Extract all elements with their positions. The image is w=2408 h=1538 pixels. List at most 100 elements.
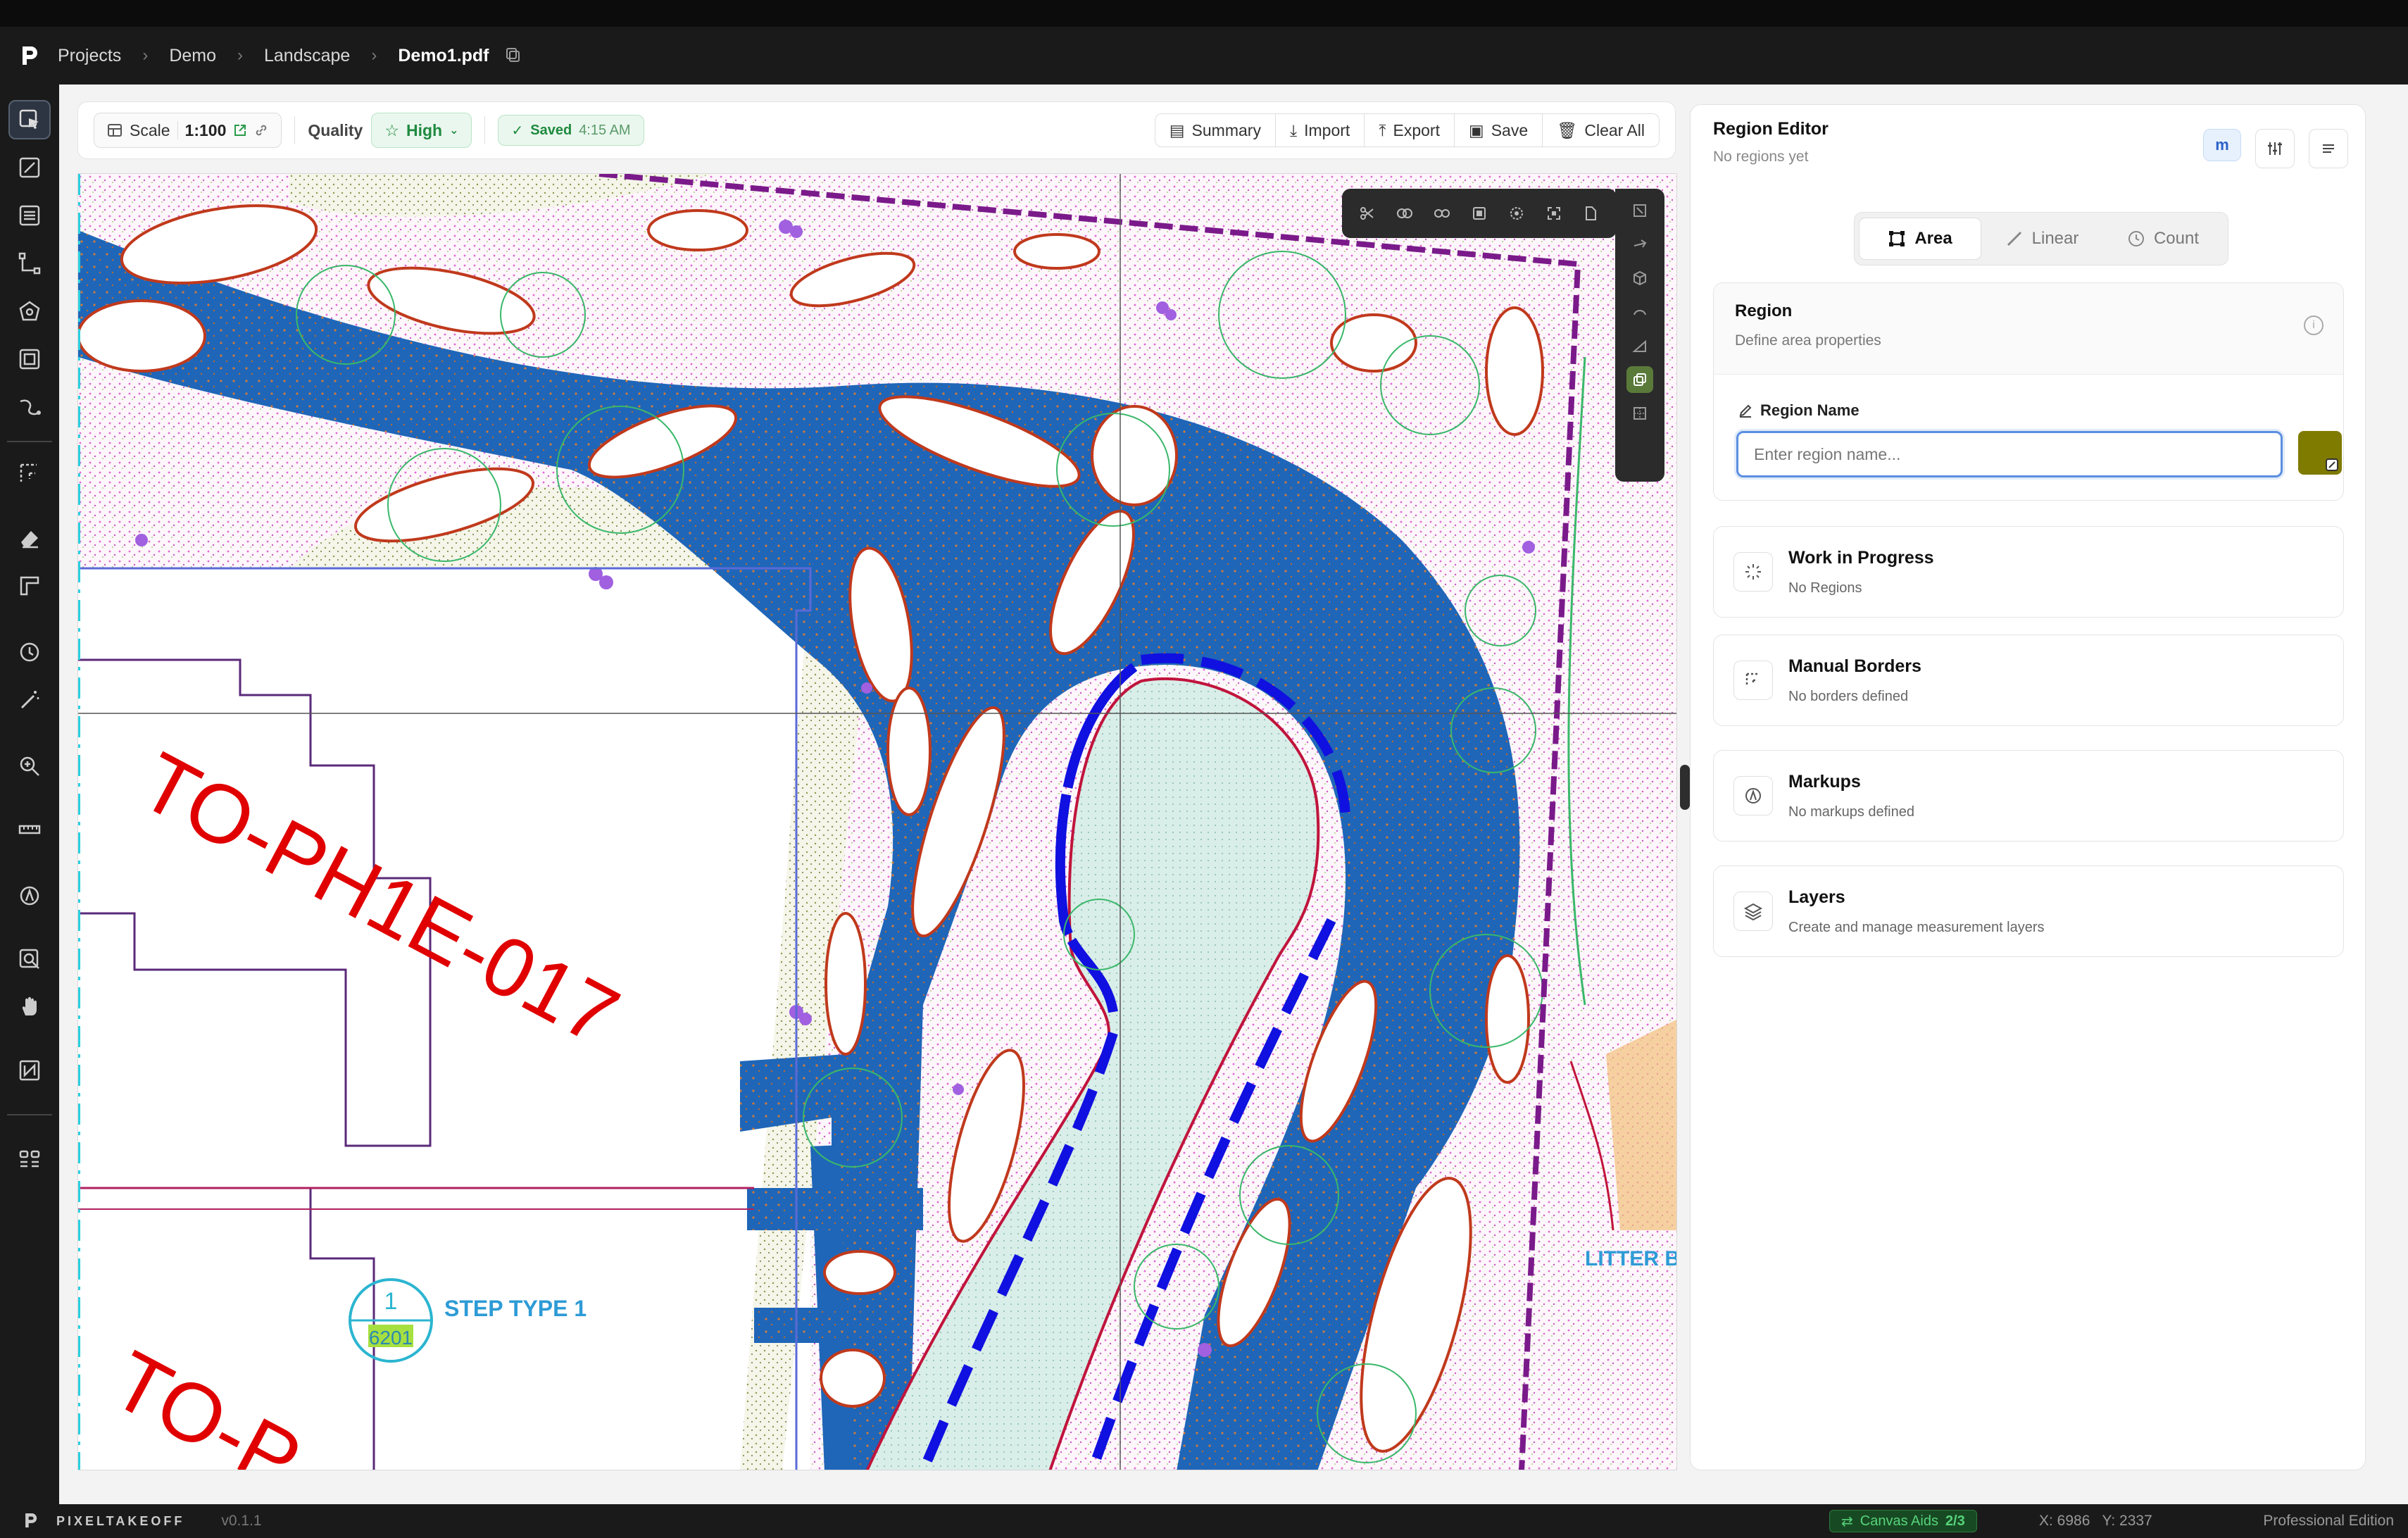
status-bar: PIXELTAKEOFF v0.1.1 ⇄ Canvas Aids 2/3 X:… (0, 1504, 2408, 1538)
import-button[interactable]: ⤓ Import (1275, 113, 1365, 147)
summary-label: Summary (1191, 120, 1261, 139)
tab-count[interactable]: Count (2102, 218, 2224, 260)
step-type-label: STEP TYPE 1 (444, 1296, 587, 1321)
link-icon[interactable] (254, 123, 268, 137)
scale-value: 1:100 (184, 120, 227, 139)
edition-label: Professional Edition (2263, 1513, 2394, 1529)
zoom-icon[interactable] (8, 746, 51, 786)
region-color-swatch[interactable] (2298, 431, 2342, 475)
section-subtitle: No borders defined (1788, 689, 1909, 704)
star-icon: ☆ (384, 120, 399, 139)
markups-section[interactable]: Markups No markups defined (1713, 750, 2344, 842)
area-icon[interactable] (8, 339, 51, 379)
scale-control[interactable]: Scale 1:100 (94, 113, 282, 148)
ruler-diagonal-icon (2007, 231, 2021, 246)
external-link-icon[interactable] (233, 123, 247, 137)
measure-icon[interactable] (8, 810, 51, 849)
slope-icon[interactable] (1626, 332, 1653, 359)
export-button[interactable]: ⤒ Export (1365, 113, 1455, 147)
section-title: Manual Borders (1788, 656, 1921, 676)
clear-all-button[interactable]: 🗑 Clear All (1543, 113, 1660, 147)
import-label: Import (1304, 120, 1350, 139)
canvas-aids-label: Canvas Aids (1860, 1513, 1938, 1529)
divider (177, 121, 178, 139)
page-icon[interactable] (1577, 200, 1604, 227)
edit-icon[interactable] (8, 148, 51, 187)
divider (7, 441, 52, 442)
polygon-icon[interactable] (8, 292, 51, 331)
quality-dropdown[interactable]: ☆ High ⌄ (371, 113, 472, 148)
fill-square-icon[interactable] (1466, 200, 1493, 227)
coord-x: X: 6986 (2039, 1513, 2090, 1529)
app-logo-icon[interactable] (0, 27, 58, 85)
select-icon[interactable] (8, 100, 51, 139)
curve-icon[interactable] (8, 387, 51, 427)
link-shapes-icon[interactable] (1429, 200, 1455, 227)
mode-badge-button[interactable]: m (2203, 129, 2241, 161)
eraser-icon[interactable] (8, 518, 51, 558)
section-subtitle: No markups defined (1788, 804, 1914, 820)
count-icon[interactable] (8, 632, 51, 672)
work-in-progress-section[interactable]: Work in Progress No Regions (1713, 526, 2344, 618)
saved-label: Saved (530, 122, 572, 138)
ruler-icon[interactable] (8, 566, 51, 606)
breadcrumb-landscape[interactable]: Landscape (264, 46, 350, 66)
hand-icon[interactable] (8, 987, 51, 1027)
divider (294, 116, 296, 144)
drawing-canvas[interactable]: TO-PH1E-017 TO-P 1 6201 STEP TYPE 1 LITT… (77, 173, 1677, 1470)
summary-icon: ▤ (1169, 120, 1185, 139)
toolbar-actions: ▤ Summary ⤓ Import ⤒ Export ▣ Save 🗑 Clear Al… (1154, 113, 1660, 147)
download-icon: ⤓ (1289, 120, 1298, 139)
pencil-icon (1739, 404, 1752, 418)
border-dashed-icon (1733, 661, 1773, 700)
scale-label: Scale (130, 120, 170, 139)
menu-icon[interactable] (2309, 129, 2348, 168)
manual-borders-section[interactable]: Manual Borders No borders defined (1713, 634, 2344, 726)
compare-icon[interactable] (8, 1051, 51, 1090)
merge-icon[interactable] (1391, 200, 1418, 227)
line-icon[interactable] (8, 244, 51, 283)
expand-icon[interactable] (1626, 197, 1653, 224)
magic-wand-icon[interactable] (8, 680, 51, 720)
step-number: 1 (384, 1288, 398, 1315)
grid-snap-icon[interactable] (1626, 400, 1653, 427)
canvas-aids-toggle[interactable]: ⇄ Canvas Aids 2/3 (1829, 1510, 1977, 1532)
save-button[interactable]: ▣ Save (1454, 113, 1543, 147)
layers-list-icon[interactable] (8, 196, 51, 235)
region-name-label-text: Region Name (1760, 401, 1860, 419)
target-icon[interactable] (1503, 200, 1530, 227)
panel-resize-handle[interactable] (1680, 765, 1690, 810)
search-plan-icon[interactable] (8, 939, 51, 979)
litter-bin-label: LITTER BI (1585, 1247, 1677, 1270)
trash-icon: 🗑 (1557, 120, 1578, 139)
sliders-icon[interactable] (2255, 129, 2295, 168)
left-tool-rail (0, 85, 59, 1504)
markup-icon[interactable] (8, 876, 51, 915)
summary-button[interactable]: ▤ Summary (1154, 113, 1276, 147)
layers-toggle-icon[interactable] (1626, 366, 1653, 393)
area-icon (1889, 231, 1905, 246)
arrow-icon[interactable] (1626, 231, 1653, 258)
region-subtitle: Define area properties (1735, 332, 1881, 349)
tab-area[interactable]: Area (1859, 218, 1981, 260)
color-picker-icon (2326, 458, 2338, 471)
saved-time: 4:15 AM (579, 122, 631, 138)
grid-icon[interactable] (8, 1139, 51, 1179)
quality-value: High (406, 120, 443, 139)
frame-icon[interactable] (1541, 200, 1567, 227)
scissors-icon[interactable] (1354, 200, 1381, 227)
info-icon[interactable]: i (2304, 315, 2324, 335)
breadcrumb-projects[interactable]: Projects (58, 46, 121, 66)
tab-linear[interactable]: Linear (1981, 218, 2102, 260)
region-name-input[interactable] (1736, 431, 2283, 477)
breadcrumb-demo[interactable]: Demo (169, 46, 216, 66)
panel-title: Region Editor (1713, 119, 1829, 139)
landscape-plan-drawing: TO-PH1E-017 TO-P 1 6201 STEP TYPE 1 LITT… (78, 174, 1677, 1470)
border-icon[interactable] (8, 454, 51, 493)
arc-icon[interactable] (1626, 299, 1653, 325)
layers-section[interactable]: Layers Create and manage measurement lay… (1713, 865, 2344, 957)
cube-icon[interactable] (1626, 265, 1653, 292)
save-label: Save (1491, 120, 1529, 139)
chevron-right-icon: › (371, 46, 377, 65)
copy-icon[interactable] (505, 46, 523, 65)
